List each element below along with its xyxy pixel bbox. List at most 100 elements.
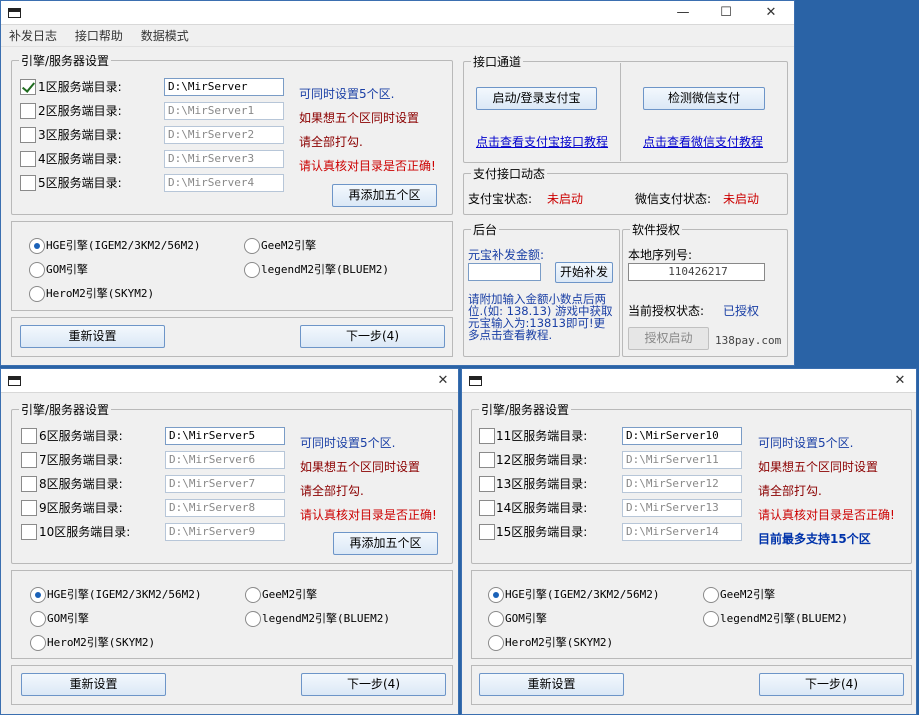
zone-directory-input[interactable]: D:\MirServer2 [164,126,284,144]
zone-checkbox[interactable] [21,524,37,540]
zone-checkbox[interactable] [479,500,495,516]
engine-option-label: legendM2引擎(BLUEM2) [262,612,390,625]
zone-directory-label: 6区服务端目录: [39,429,123,443]
next-step-button[interactable]: 下一步(4) [301,673,446,696]
engine-option-label: HeroM2引擎(SKYM2) [47,636,156,649]
next-step-button[interactable]: 下一步(4) [759,673,904,696]
wechat-check-button[interactable]: 检测微信支付 [643,87,765,110]
engine-radio[interactable] [703,587,719,603]
minimize-icon[interactable]: — [663,1,703,25]
zone-checkbox[interactable] [479,476,495,492]
zone-directory-label: 2区服务端目录: [38,104,122,118]
engine-radio[interactable] [30,635,46,651]
maximize-icon[interactable]: ☐ [706,1,746,25]
zone-directory-input[interactable]: D:\MirServer5 [165,427,285,445]
zone-directory-input[interactable]: D:\MirServer1 [164,102,284,120]
start-resend-button[interactable]: 开始补发 [555,262,613,283]
zone-directory-input[interactable]: D:\MirServer14 [622,523,742,541]
serial-label: 本地序列号: [628,248,693,262]
alipay-tutorial-link[interactable]: 点击查看支付宝接口教程 [476,133,608,150]
close-icon[interactable]: ✕ [423,369,463,393]
engine-radio[interactable] [245,611,261,627]
zone-directory-label: 9区服务端目录: [39,501,123,515]
zone-directory-input[interactable]: D:\MirServer [164,78,284,96]
add-five-zones-button[interactable]: 再添加五个区 [333,532,438,555]
engine-option-label: GOM引擎 [47,612,89,625]
zone-directory-input[interactable]: D:\MirServer7 [165,475,285,493]
close-icon[interactable]: ✕ [751,1,791,25]
app-icon [8,376,21,386]
zone-directory-input[interactable]: D:\MirServer11 [622,451,742,469]
zone-directory-label: 3区服务端目录: [38,128,122,142]
title-bar: — ☐ ✕ [1,1,794,25]
engine-radio[interactable] [30,611,46,627]
zone-directory-label: 4区服务端目录: [38,152,122,166]
zone-directory-input[interactable]: D:\MirServer4 [164,174,284,192]
license-legend: 软件授权 [632,223,681,237]
zone-directory-input[interactable]: D:\MirServer12 [622,475,742,493]
note-check-all: 请全部打勾. [300,484,364,498]
zone-checkbox[interactable] [20,175,36,191]
engine-radio[interactable] [30,587,46,603]
zone-directory-label: 8区服务端目录: [39,477,123,491]
backend-legend: 后台 [473,223,498,237]
engine-radio[interactable] [29,238,45,254]
engine-radio[interactable] [488,587,504,603]
note-five-zones: 如果想五个区同时设置 [758,460,879,474]
close-icon[interactable]: ✕ [882,369,918,393]
zone-checkbox[interactable] [20,127,36,143]
engine-option-label: HGE引擎(IGEM2/3KM2/56M2) [47,588,202,601]
alipay-login-button[interactable]: 启动/登录支付宝 [476,87,597,110]
server-settings-legend: 引擎/服务器设置 [21,54,110,68]
engine-option-label: HeroM2引擎(SKYM2) [46,287,155,300]
zone-checkbox[interactable] [20,79,36,95]
menu-bar: 补发日志 接口帮助 数据模式 [1,25,794,47]
zone-checkbox[interactable] [20,103,36,119]
zone-directory-input[interactable]: D:\MirServer6 [165,451,285,469]
zone-directory-input[interactable]: D:\MirServer9 [165,523,285,541]
app-icon [8,8,21,18]
engine-radio[interactable] [488,635,504,651]
zone-checkbox[interactable] [479,524,495,540]
zone-directory-input[interactable]: D:\MirServer3 [164,150,284,168]
engine-radio[interactable] [488,611,504,627]
add-five-zones-button[interactable]: 再添加五个区 [332,184,437,207]
alipay-status-label: 支付宝状态: [468,192,533,206]
zone-checkbox[interactable] [479,452,495,468]
zone-checkbox[interactable] [479,428,495,444]
engine-option-label: legendM2引擎(BLUEM2) [720,612,848,625]
engine-radio[interactable] [29,262,45,278]
engine-radio[interactable] [244,238,260,254]
auth-state-label: 当前授权状态: [628,304,705,318]
zone-directory-input[interactable]: D:\MirServer10 [622,427,742,445]
authorize-button[interactable]: 授权启动 [628,327,709,350]
zone-checkbox[interactable] [21,452,37,468]
zone-checkbox[interactable] [21,500,37,516]
reset-button[interactable]: 重新设置 [479,673,624,696]
engine-radio[interactable] [29,286,45,302]
reset-button[interactable]: 重新设置 [20,325,165,348]
zone-11-15-window: ✕ 引擎/服务器设置 11区服务端目录: D:\MirServer10 12区服务端… [461,368,917,715]
reset-button[interactable]: 重新设置 [21,673,166,696]
resend-help-text: 请附加输入金额小数点后两位.(如: 138.13) 游戏中获取元宝输入为:138… [468,293,613,342]
menu-resend-log[interactable]: 补发日志 [9,25,57,47]
zone-checkbox[interactable] [20,151,36,167]
note-five-zones: 如果想五个区同时设置 [299,111,420,125]
engine-radio[interactable] [245,587,261,603]
note-multi-zone: 可同时设置5个区. [758,436,854,450]
resend-amount-input[interactable] [468,263,541,281]
zone-directory-input[interactable]: D:\MirServer13 [622,499,742,517]
wechat-tutorial-link[interactable]: 点击查看微信支付教程 [643,133,763,150]
menu-data-mode[interactable]: 数据模式 [141,25,189,47]
next-step-button[interactable]: 下一步(4) [300,325,445,348]
note-verify-path: 请认真核对目录是否正确! [300,508,437,522]
zone-checkbox[interactable] [21,428,37,444]
title-bar: ✕ [462,369,916,393]
engine-radio[interactable] [703,611,719,627]
menu-interface-help[interactable]: 接口帮助 [75,25,123,47]
zone-checkbox[interactable] [21,476,37,492]
engine-radio[interactable] [244,262,260,278]
zone-directory-label: 13区服务端目录: [496,477,588,491]
zone-directory-input[interactable]: D:\MirServer8 [165,499,285,517]
zone-directory-label: 1区服务端目录: [38,80,122,94]
